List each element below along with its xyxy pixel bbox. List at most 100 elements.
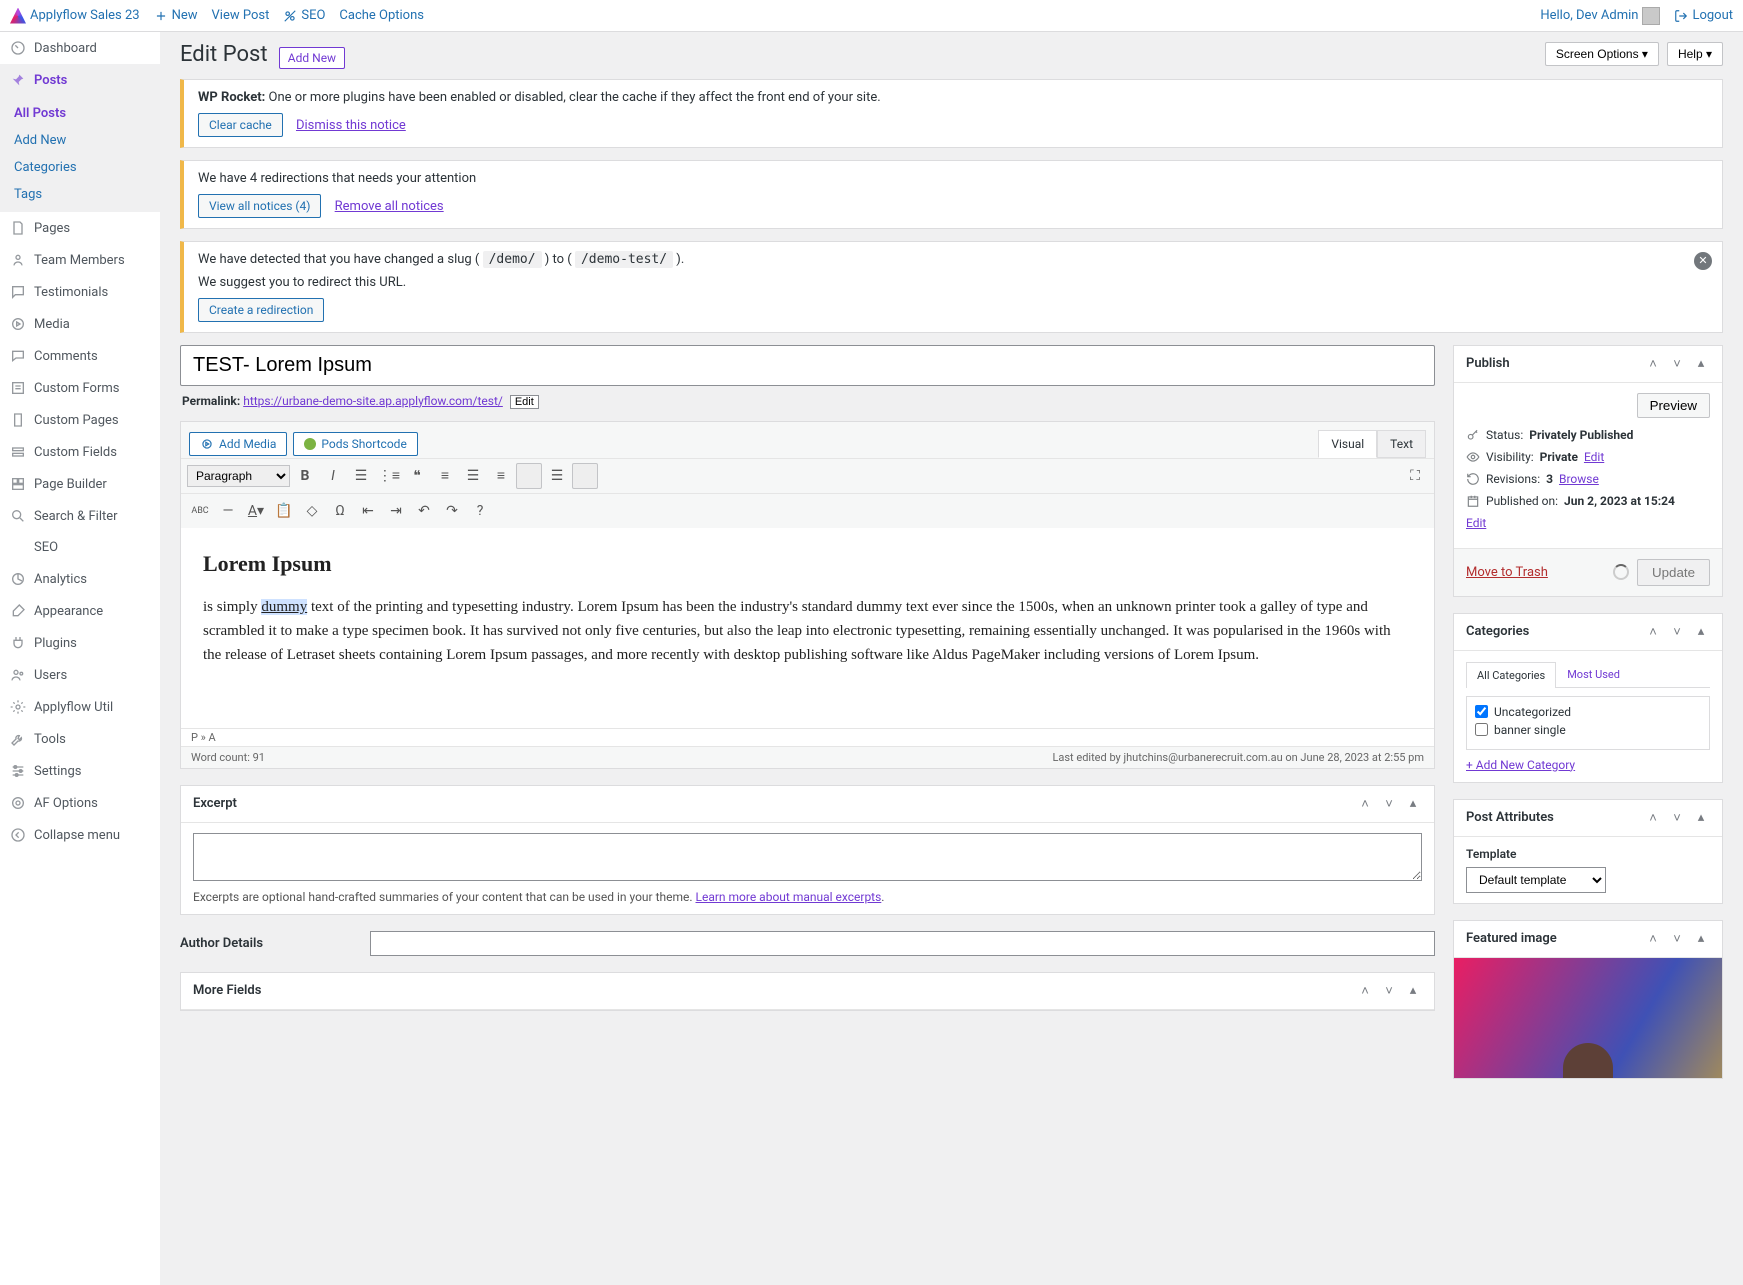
outdent-button[interactable]: ⇤ [355,498,381,524]
textcolor-button[interactable]: A▾ [243,498,269,524]
sidebar-item-seo[interactable]: SEO [0,532,160,563]
add-new-button[interactable]: Add New [279,47,345,69]
sub-tags[interactable]: Tags [0,181,160,208]
move-to-trash-link[interactable]: Move to Trash [1466,565,1548,580]
clear-format-button[interactable]: ◇ [299,498,325,524]
sub-all-posts[interactable]: All Posts [0,100,160,127]
quote-button[interactable]: ❝ [404,463,430,489]
sidebar-item-appearance[interactable]: Appearance [0,595,160,627]
date-edit-link[interactable]: Edit [1466,516,1486,530]
link-button[interactable] [516,463,542,489]
visibility-edit-link[interactable]: Edit [1584,450,1604,464]
sidebar-item-search-filter[interactable]: Search & Filter [0,500,160,532]
add-media-button[interactable]: Add Media [189,432,287,456]
update-button[interactable]: Update [1637,559,1710,586]
sidebar-item-af-options[interactable]: AF Options [0,787,160,819]
help-icon-button[interactable]: ? [467,498,493,524]
view-post-link[interactable]: View Post [212,8,270,23]
sidebar-item-pages[interactable]: Pages [0,212,160,244]
pods-shortcode-button[interactable]: Pods Shortcode [293,432,417,456]
sidebar-item-custom-pages[interactable]: Custom Pages [0,404,160,436]
view-all-notices-button[interactable]: View all notices (4) [198,194,321,218]
move-up-icon[interactable]: ˄ [1644,356,1662,372]
sidebar-item-testimonials[interactable]: Testimonials [0,276,160,308]
move-down-icon[interactable]: ˅ [1668,931,1686,947]
format-select[interactable]: Paragraph [187,465,290,487]
site-link[interactable]: Applyflow Sales 23 [10,8,140,24]
sidebar-item-tools[interactable]: Tools [0,723,160,755]
tab-text[interactable]: Text [1377,430,1426,458]
sidebar-item-posts[interactable]: Posts [0,64,160,96]
sidebar-item-media[interactable]: Media [0,308,160,340]
cache-link[interactable]: Cache Options [339,8,424,23]
category-checkbox[interactable] [1475,723,1488,736]
readmore-button[interactable]: ☰ [544,463,570,489]
toggle-icon[interactable]: ▴ [1692,624,1710,640]
move-down-icon[interactable]: ˅ [1668,624,1686,640]
toolbar-toggle-button[interactable] [572,463,598,489]
create-redirection-button[interactable]: Create a redirection [198,298,324,322]
close-icon[interactable]: ✕ [1694,252,1712,270]
sidebar-item-team[interactable]: Team Members [0,244,160,276]
move-up-icon[interactable]: ˄ [1644,931,1662,947]
special-char-button[interactable]: Ω [327,498,353,524]
category-item[interactable]: Uncategorized [1475,705,1701,719]
tab-visual[interactable]: Visual [1318,430,1377,458]
greeting[interactable]: Hello, Dev Admin [1540,7,1660,25]
featured-image-thumbnail[interactable] [1454,958,1722,1078]
post-title-input[interactable] [180,345,1435,386]
help-button[interactable]: Help ▾ [1667,42,1723,66]
sidebar-item-comments[interactable]: Comments [0,340,160,372]
move-up-icon[interactable]: ˄ [1644,624,1662,640]
excerpt-help-link[interactable]: Learn more about manual excerpts [696,890,882,904]
indent-button[interactable]: ⇥ [383,498,409,524]
dismiss-notice-link[interactable]: Dismiss this notice [296,118,406,133]
add-category-link[interactable]: + Add New Category [1466,758,1575,772]
move-down-icon[interactable]: ˅ [1380,796,1398,812]
toggle-icon[interactable]: ▴ [1692,931,1710,947]
move-down-icon[interactable]: ˅ [1668,810,1686,826]
toggle-icon[interactable]: ▴ [1692,356,1710,372]
align-left-button[interactable]: ≡ [432,463,458,489]
move-down-icon[interactable]: ˅ [1668,356,1686,372]
abc-button[interactable]: ABC [187,498,213,524]
category-item[interactable]: banner single [1475,723,1701,737]
align-right-button[interactable]: ≡ [488,463,514,489]
sidebar-item-page-builder[interactable]: Page Builder [0,468,160,500]
editor-content[interactable]: Lorem Ipsum is simply dummy text of the … [181,528,1434,728]
bold-button[interactable]: B [292,463,318,489]
sidebar-item-applyflow-util[interactable]: Applyflow Util [0,691,160,723]
hr-button[interactable]: — [215,498,241,524]
remove-all-notices-link[interactable]: Remove all notices [335,199,444,214]
toggle-icon[interactable]: ▴ [1404,983,1422,999]
number-list-button[interactable]: ⋮≡ [376,463,402,489]
bullet-list-button[interactable]: ☰ [348,463,374,489]
preview-button[interactable]: Preview [1637,393,1710,418]
undo-button[interactable]: ↶ [411,498,437,524]
move-up-icon[interactable]: ˄ [1644,810,1662,826]
sidebar-item-analytics[interactable]: Analytics [0,563,160,595]
sidebar-item-dashboard[interactable]: Dashboard [0,32,160,64]
move-up-icon[interactable]: ˄ [1356,983,1374,999]
template-select[interactable]: Default template [1466,867,1606,893]
move-up-icon[interactable]: ˄ [1356,796,1374,812]
redo-button[interactable]: ↷ [439,498,465,524]
italic-button[interactable]: I [320,463,346,489]
sidebar-item-users[interactable]: Users [0,659,160,691]
sidebar-item-settings[interactable]: Settings [0,755,160,787]
author-details-input[interactable] [370,931,1435,956]
permalink-edit-button[interactable]: Edit [510,395,539,409]
logout-link[interactable]: Logout [1674,8,1733,23]
permalink-link[interactable]: https://urbane-demo-site.ap.applyflow.co… [243,394,503,408]
seo-link[interactable]: SEO [283,8,325,23]
paste-button[interactable]: 📋 [271,498,297,524]
revisions-browse-link[interactable]: Browse [1559,472,1599,486]
sub-add-new[interactable]: Add New [0,127,160,154]
toggle-icon[interactable]: ▴ [1404,796,1422,812]
tab-most-used[interactable]: Most Used [1556,661,1631,687]
sidebar-item-plugins[interactable]: Plugins [0,627,160,659]
new-button[interactable]: New [154,8,198,23]
sub-categories[interactable]: Categories [0,154,160,181]
clear-cache-button[interactable]: Clear cache [198,113,283,137]
fullscreen-button[interactable]: ⛶ [1402,463,1428,489]
